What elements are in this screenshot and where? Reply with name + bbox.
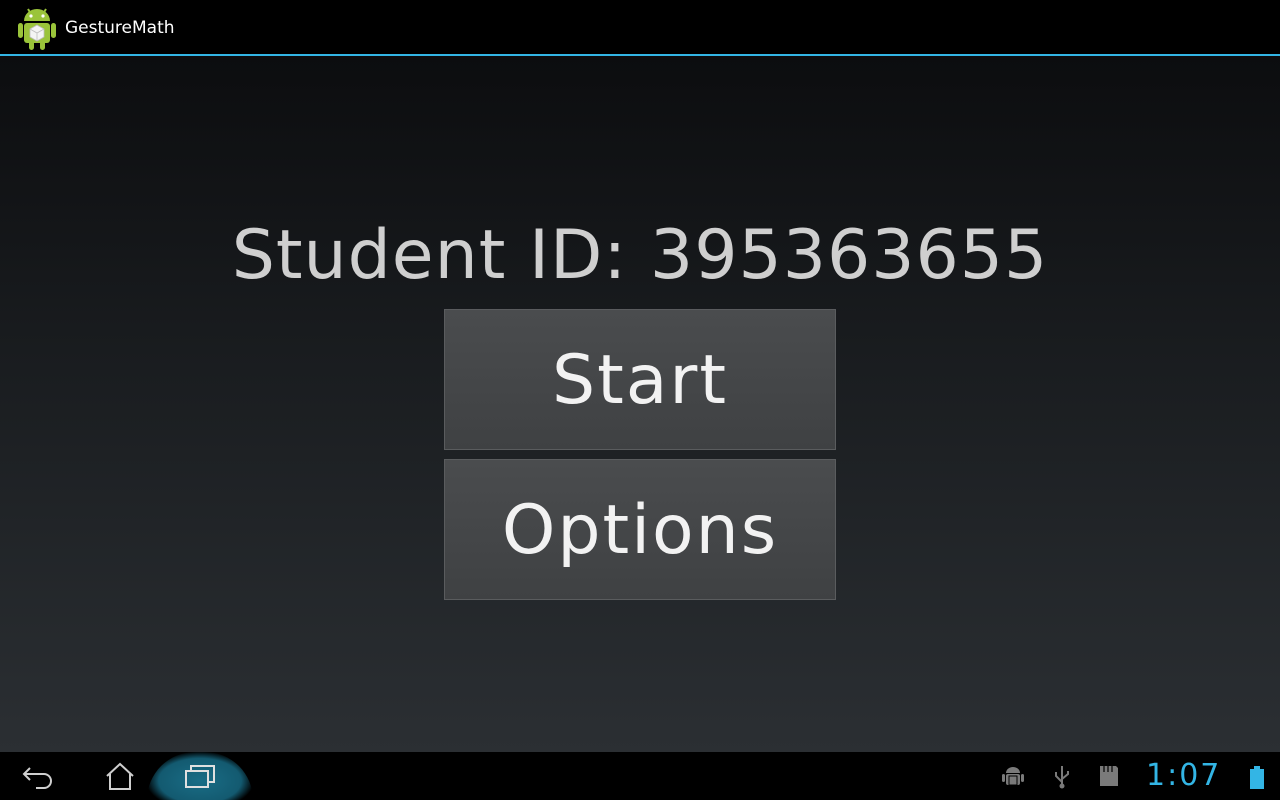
system-navigation-bar (0, 752, 1280, 800)
status-clock: 1:07 (1146, 758, 1222, 793)
action-bar: GestureMath (0, 0, 1280, 56)
back-icon[interactable] (0, 752, 80, 800)
battery-icon (1250, 766, 1264, 789)
usb-icon (1055, 766, 1069, 789)
sd-card-icon (1100, 766, 1118, 786)
start-button[interactable]: Start (444, 309, 836, 450)
android-app-icon[interactable] (16, 4, 58, 52)
main-content: Student ID: 395363655 Start Options (0, 56, 1280, 752)
options-button[interactable]: Options (444, 459, 836, 600)
student-id-label: Student ID: 395363655 (231, 216, 1049, 295)
android-debug-icon (1002, 767, 1024, 786)
recent-apps-icon[interactable] (160, 752, 240, 800)
app-title: GestureMath (65, 18, 175, 38)
